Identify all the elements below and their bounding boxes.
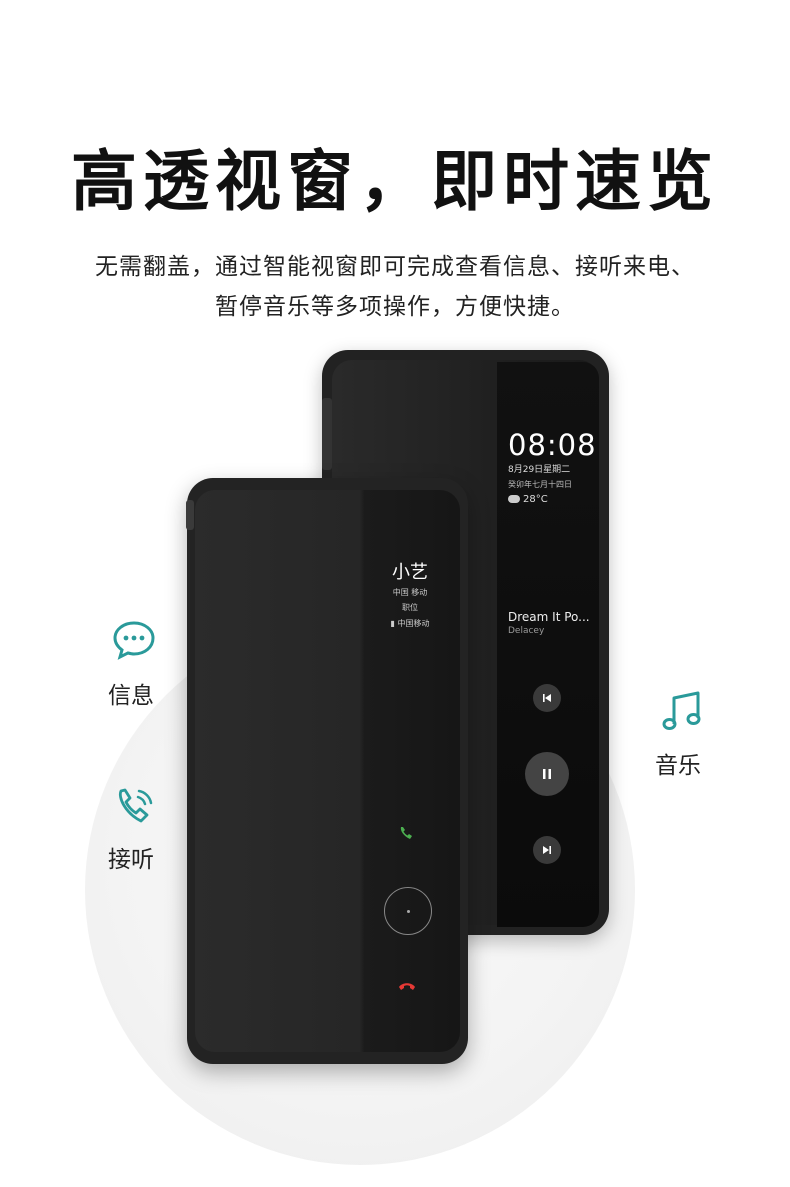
- decline-phone-icon[interactable]: [398, 976, 416, 995]
- next-icon: [543, 846, 551, 854]
- pause-button[interactable]: [525, 752, 569, 796]
- song-artist: Delacey: [508, 626, 545, 636]
- answer-button-dot: [407, 910, 410, 913]
- caller-title: 职位: [402, 603, 418, 612]
- weather-temp: 28°C: [523, 494, 548, 505]
- phone-ring-icon: [118, 788, 153, 823]
- back-phone-hinge: [322, 398, 332, 470]
- previous-icon: [543, 694, 551, 702]
- answer-phone-icon: [398, 825, 414, 845]
- weather-widget: 28°C: [508, 494, 548, 505]
- next-track-button[interactable]: [533, 836, 561, 864]
- caller-name: 小艺: [392, 562, 428, 583]
- sim-label: ▮ 中国移动: [390, 619, 430, 628]
- page-title: 高透视窗，即时速览: [71, 143, 719, 220]
- subtitle-line-1: 无需翻盖，通过智能视窗即可完成查看信息、接听来电、: [95, 254, 695, 280]
- feature-label-call: 接听: [108, 847, 154, 873]
- lunar-date: 癸卯年七月十四日: [508, 480, 572, 489]
- feature-label-message: 信息: [108, 683, 154, 709]
- chat-bubble-icon: [113, 621, 155, 660]
- clock-date: 8月29日星期二: [508, 465, 571, 475]
- feature-label-music: 音乐: [655, 753, 701, 779]
- clock-time: 08:08: [508, 428, 597, 462]
- subtitle-line-2: 暂停音乐等多项操作，方便快捷。: [215, 294, 575, 320]
- pause-icon: [543, 769, 551, 779]
- front-phone-hinge: [186, 500, 194, 530]
- song-title: Dream It Po...: [508, 610, 590, 624]
- caller-carrier: 中国 移动: [392, 588, 428, 597]
- cloud-icon: [508, 495, 520, 503]
- previous-track-button[interactable]: [533, 684, 561, 712]
- music-note-icon: [662, 691, 701, 730]
